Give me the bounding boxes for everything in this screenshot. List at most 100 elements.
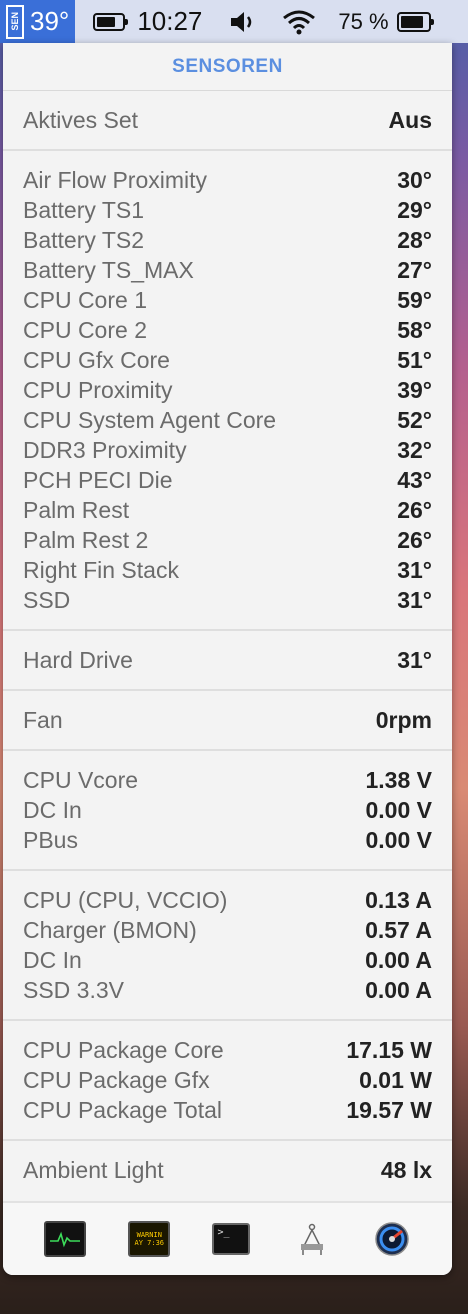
sensor-label: CPU Gfx Core — [23, 346, 170, 373]
voltage-section: CPU Vcore 1.38 V DC In 0.00 V PBus 0.00 V — [3, 751, 452, 871]
battery-percent[interactable]: 75 % — [338, 9, 388, 35]
sensor-row[interactable]: CPU Package Core 17.15 W — [3, 1035, 452, 1065]
sensor-label: Battery TS_MAX — [23, 256, 194, 283]
sensor-row[interactable]: DDR3 Proximity 32° — [3, 435, 452, 465]
terminal-prompt: >_ — [217, 1227, 230, 1238]
sensor-value: 29° — [397, 196, 432, 223]
sensor-menu-item[interactable]: SEN 39° — [0, 0, 76, 43]
sensor-label: CPU Core 1 — [23, 286, 147, 313]
volume-icon[interactable] — [228, 9, 258, 35]
sensor-value: 31° — [397, 646, 432, 673]
sensor-row[interactable]: CPU Gfx Core 51° — [3, 345, 452, 375]
active-set-row[interactable]: Aktives Set Aus — [3, 105, 452, 135]
sensor-label: Fan — [23, 706, 63, 733]
terminal-icon[interactable]: >_ — [212, 1223, 251, 1255]
sensor-row[interactable]: Hard Drive 31° — [3, 645, 452, 675]
sensor-value: 0.00 A — [365, 946, 432, 973]
sensor-row[interactable]: SSD 3.3V 0.00 A — [3, 975, 452, 1005]
sensor-label: CPU Package Total — [23, 1096, 223, 1123]
console-line-2: AY 7:36 — [134, 1239, 165, 1247]
sensor-value: 51° — [397, 346, 432, 373]
sensor-row[interactable]: Battery TS2 28° — [3, 225, 452, 255]
sensor-value: 0.00 V — [365, 796, 433, 823]
sensor-label: Hard Drive — [23, 646, 133, 673]
sensor-label: Battery TS1 — [23, 196, 145, 223]
sensor-value: 39° — [397, 376, 432, 403]
system-information-icon[interactable] — [293, 1223, 331, 1255]
sensor-label: CPU System Agent Core — [23, 406, 277, 433]
sensor-row[interactable]: CPU Package Total 19.57 W — [3, 1095, 452, 1125]
sensor-label: DC In — [23, 946, 82, 973]
sensor-label: Right Fin Stack — [23, 556, 179, 583]
sensor-label: PCH PECI Die — [23, 466, 173, 493]
sensor-value: 0.57 A — [365, 916, 432, 943]
sensor-row[interactable]: Battery TS_MAX 27° — [3, 255, 452, 285]
sensor-row[interactable]: CPU Vcore 1.38 V — [3, 765, 452, 795]
sensor-row[interactable]: CPU System Agent Core 52° — [3, 405, 452, 435]
sensor-row[interactable]: CPU Core 1 59° — [3, 285, 452, 315]
sensor-row[interactable]: DC In 0.00 A — [3, 945, 452, 975]
sensor-row[interactable]: Palm Rest 26° — [3, 495, 452, 525]
sensor-temperature: 39° — [30, 6, 70, 36]
activity-monitor-icon[interactable] — [44, 1221, 87, 1257]
sensor-value: 1.38 V — [365, 766, 433, 793]
sensor-row[interactable]: Air Flow Proximity 30° — [3, 165, 452, 195]
sensor-label: PBus — [23, 826, 78, 853]
row-label: Aktives Set — [23, 106, 139, 133]
disk-utility-icon[interactable] — [373, 1222, 411, 1256]
sensor-row[interactable]: Right Fin Stack 31° — [3, 555, 452, 585]
sensor-label: Ambient Light — [23, 1156, 164, 1183]
panel-title: SENSOREN — [3, 43, 452, 91]
sensor-label: CPU Package Core — [23, 1036, 224, 1063]
sensor-value: 27° — [397, 256, 432, 283]
sensor-value: 26° — [397, 526, 432, 553]
sensor-row[interactable]: Battery TS1 29° — [3, 195, 452, 225]
sensor-value: 52° — [397, 406, 432, 433]
sensor-icon: SEN — [6, 4, 24, 39]
sensor-value: 28° — [397, 226, 432, 253]
sensor-row[interactable]: Palm Rest 2 26° — [3, 525, 452, 555]
sensor-label: DDR3 Proximity — [23, 436, 187, 463]
sensor-value: 31° — [397, 586, 432, 613]
battery-small-icon[interactable] — [93, 12, 129, 31]
sensor-value: 31° — [397, 556, 432, 583]
drive-section: Hard Drive 31° — [3, 631, 452, 691]
sensor-row[interactable]: PCH PECI Die 43° — [3, 465, 452, 495]
sensor-row[interactable]: Charger (BMON) 0.57 A — [3, 915, 452, 945]
sensors-panel: SENSOREN Aktives Set Aus Air Flow Proxim… — [3, 43, 452, 1275]
fan-section: Fan 0rpm — [3, 691, 452, 751]
sensor-row[interactable]: Fan 0rpm — [3, 705, 452, 735]
wifi-icon[interactable] — [282, 9, 316, 35]
battery-icon[interactable] — [396, 11, 434, 32]
sensor-row[interactable]: CPU Proximity 39° — [3, 375, 452, 405]
sensor-icon-text: SEN — [9, 12, 20, 31]
sensor-label: CPU Core 2 — [23, 316, 147, 343]
toolbar: WARNIN AY 7:36 >_ — [3, 1201, 452, 1275]
sensor-row[interactable]: CPU Core 2 58° — [3, 315, 452, 345]
sensor-label: Air Flow Proximity — [23, 166, 208, 193]
sensor-row[interactable]: Ambient Light 48 lx — [3, 1155, 452, 1185]
light-section: Ambient Light 48 lx — [3, 1141, 452, 1199]
sensor-value: 43° — [397, 466, 432, 493]
sensor-value: 19.57 W — [346, 1096, 432, 1123]
sensor-label: SSD — [23, 586, 71, 613]
sensor-label: SSD 3.3V — [23, 976, 124, 1003]
console-line-1: WARNIN — [136, 1231, 162, 1239]
console-icon[interactable]: WARNIN AY 7:36 — [128, 1221, 171, 1257]
sensor-label: DC In — [23, 796, 82, 823]
sensor-value: 58° — [397, 316, 432, 343]
sensor-label: CPU Package Gfx — [23, 1066, 210, 1093]
current-section: CPU (CPU, VCCIO) 0.13 A Charger (BMON) 0.57… — [3, 871, 452, 1021]
sensor-row[interactable]: DC In 0.00 V — [3, 795, 452, 825]
sensor-label: CPU (CPU, VCCIO) — [23, 886, 228, 913]
sensor-row[interactable]: CPU (CPU, VCCIO) 0.13 A — [3, 885, 452, 915]
sensor-row[interactable]: PBus 0.00 V — [3, 825, 452, 855]
sensor-row[interactable]: CPU Package Gfx 0.01 W — [3, 1065, 452, 1095]
sensor-value: 0.00 A — [365, 976, 432, 1003]
temperature-section: Air Flow Proximity 30° Battery TS1 29° Batte… — [3, 151, 452, 631]
clock[interactable]: 10:27 — [137, 6, 202, 37]
active-set-section: Aktives Set Aus — [3, 91, 452, 151]
sensor-row[interactable]: SSD 31° — [3, 585, 452, 615]
sensor-value: 48 lx — [380, 1156, 432, 1183]
sensor-value: 0rpm — [375, 706, 432, 733]
